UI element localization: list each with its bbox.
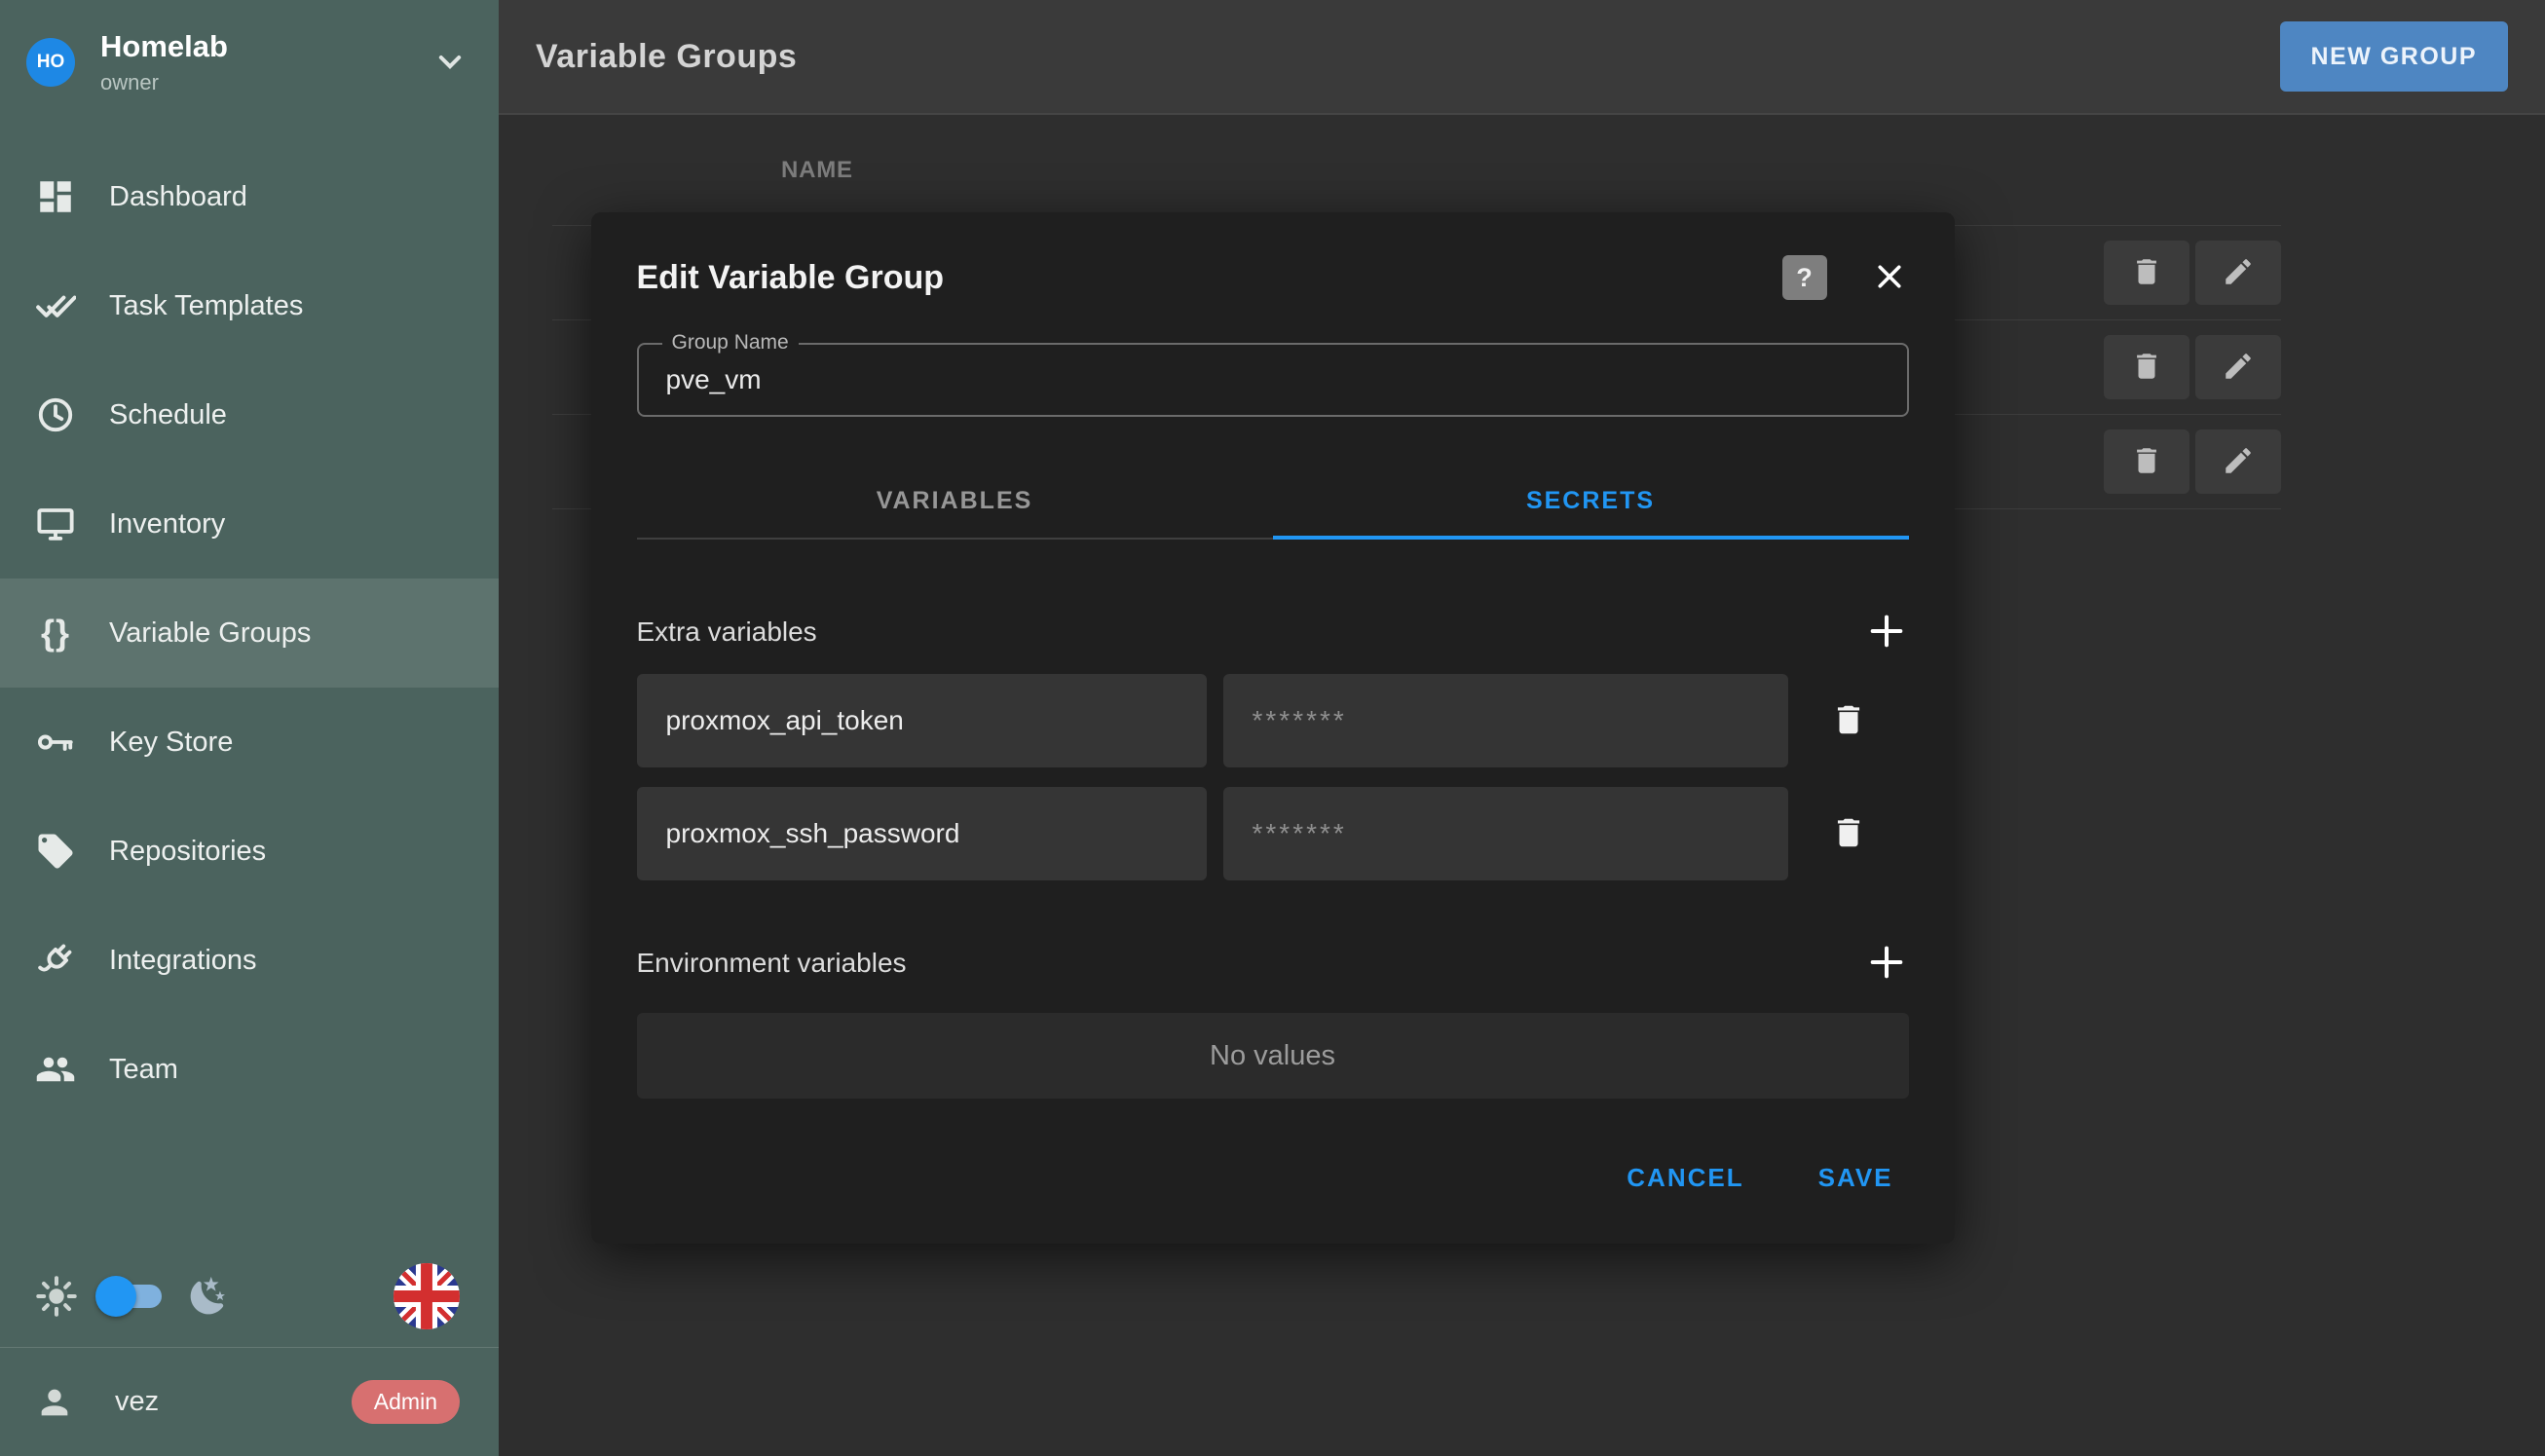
edit-variable-group-dialog: Edit Variable Group ? Group Name pve_vm … (591, 212, 1955, 1244)
variable-value-input[interactable]: ******* (1223, 674, 1788, 767)
group-name-input[interactable]: Group Name pve_vm (637, 343, 1909, 417)
variable-row: proxmox_api_token ******* (637, 674, 1909, 767)
delete-variable-button[interactable] (1788, 814, 1909, 854)
add-extra-variable-button[interactable] (1864, 610, 1909, 654)
extra-variables-title: Extra variables (637, 616, 817, 648)
close-icon (1872, 282, 1907, 297)
group-name-label: Group Name (662, 331, 799, 355)
modal-overlay: Edit Variable Group ? Group Name pve_vm … (0, 0, 2545, 1456)
tab-variables[interactable]: VARIABLES (637, 464, 1273, 538)
save-button[interactable]: SAVE (1803, 1153, 1909, 1203)
extra-variables-section-header: Extra variables (637, 610, 1909, 654)
plus-icon (1865, 972, 1908, 987)
extra-variables-list: proxmox_api_token ******* proxmox_ssh_pa… (637, 674, 1909, 880)
delete-variable-button[interactable] (1788, 701, 1909, 741)
variable-name-input[interactable]: proxmox_ssh_password (637, 787, 1207, 880)
group-name-value: pve_vm (639, 345, 1907, 415)
environment-variables-title: Environment variables (637, 948, 907, 979)
plus-icon (1865, 641, 1908, 655)
no-values-placeholder: No values (637, 1013, 1909, 1099)
trash-icon (1830, 814, 1867, 854)
dialog-title: Edit Variable Group (637, 259, 945, 297)
add-environment-variable-button[interactable] (1864, 941, 1909, 986)
tab-secrets[interactable]: SECRETS (1273, 464, 1909, 538)
variable-value-input[interactable]: ******* (1223, 787, 1788, 880)
help-button[interactable]: ? (1782, 255, 1827, 300)
trash-icon (1830, 701, 1867, 741)
dialog-tabs: VARIABLES SECRETS (637, 464, 1909, 540)
cancel-button[interactable]: CANCEL (1611, 1153, 1759, 1203)
dialog-actions: CANCEL SAVE (637, 1153, 1909, 1203)
variable-row: proxmox_ssh_password ******* (637, 787, 1909, 880)
close-button[interactable] (1870, 258, 1909, 297)
environment-variables-section-header: Environment variables (637, 941, 1909, 986)
dialog-header: Edit Variable Group ? (637, 255, 1909, 300)
variable-name-input[interactable]: proxmox_api_token (637, 674, 1207, 767)
